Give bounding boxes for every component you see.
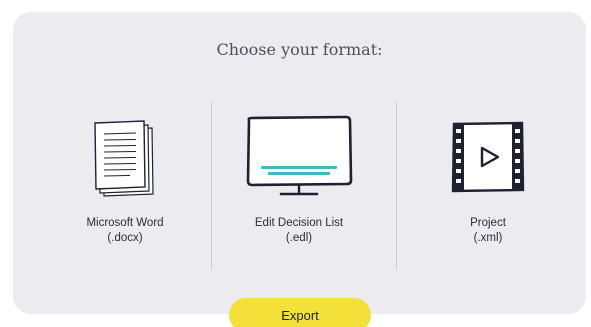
format-label-project: Project (.xml)	[408, 216, 568, 246]
format-panel: Choose your format: Microsoft Word (.doc…	[13, 12, 586, 314]
monitor-icon	[244, 114, 354, 205]
format-name: Microsoft Word	[86, 217, 164, 229]
format-extension: (.docx)	[107, 232, 143, 244]
format-extension: (.xml)	[473, 232, 503, 244]
export-button[interactable]: Export	[229, 298, 371, 327]
format-label-word: Microsoft Word (.docx)	[45, 216, 205, 246]
format-option-edl[interactable]: Edit Decision List (.edl)	[219, 112, 379, 262]
divider	[396, 102, 397, 270]
film-play-icon	[446, 120, 530, 199]
format-option-project[interactable]: Project (.xml)	[408, 112, 568, 262]
format-label-edl: Edit Decision List (.edl)	[219, 216, 379, 246]
format-extension: (.edl)	[285, 232, 313, 244]
format-name: Project	[470, 217, 506, 229]
format-name: Edit Decision List	[254, 217, 344, 229]
document-icon	[90, 116, 160, 211]
export-button-label: Export	[281, 308, 319, 323]
format-option-word[interactable]: Microsoft Word (.docx)	[45, 112, 205, 262]
divider	[211, 102, 212, 270]
dialog-title: Choose your format:	[216, 40, 383, 59]
